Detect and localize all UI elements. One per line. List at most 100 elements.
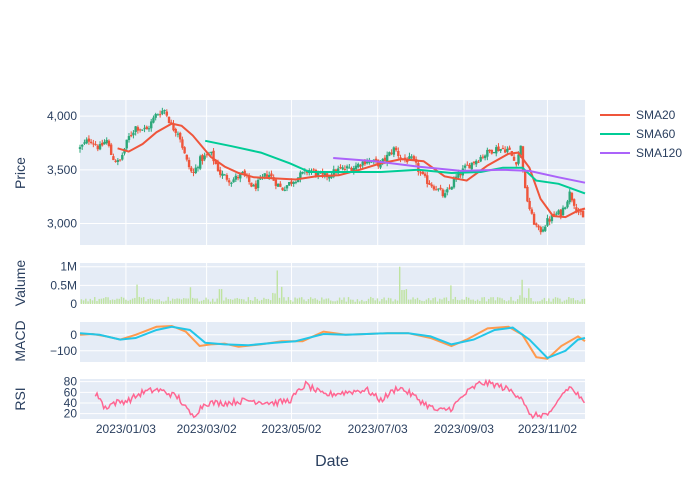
volume-bar <box>347 297 350 304</box>
candle-body <box>477 161 480 163</box>
volume-bar <box>528 288 530 304</box>
volume-bar <box>392 301 394 304</box>
volume-bar <box>105 297 107 304</box>
volume-bar <box>545 301 548 304</box>
volume-bar <box>536 301 539 304</box>
volume-bar <box>559 298 561 304</box>
volume-bar <box>329 300 332 304</box>
volume-bar <box>154 299 156 304</box>
candle-body <box>512 156 516 161</box>
volume-bar <box>292 301 294 304</box>
volume-bar <box>383 297 385 304</box>
volume-bar <box>189 287 192 304</box>
candle-body <box>430 184 433 187</box>
candle-body <box>359 165 362 167</box>
volume-bar <box>523 297 526 304</box>
legend-item-sma120[interactable]: SMA120 <box>600 146 682 160</box>
candle-body <box>470 162 473 170</box>
volume-bar <box>361 299 363 304</box>
candle-body <box>354 165 358 170</box>
candle-body <box>109 144 113 155</box>
volume-bar <box>416 297 419 304</box>
candle-body <box>283 189 286 191</box>
volume-bar <box>223 300 225 304</box>
volume-bar <box>149 298 152 304</box>
candle-body <box>194 167 197 174</box>
volume-bar <box>312 298 314 304</box>
volume-bar <box>309 297 312 304</box>
volume-bar <box>485 301 488 304</box>
candle-body <box>345 166 349 169</box>
volume-bar <box>218 289 221 304</box>
volume-bar <box>98 298 100 304</box>
candle-body <box>439 187 442 190</box>
volume-bar <box>387 297 390 304</box>
candle-body <box>452 178 456 188</box>
legend-item-sma60[interactable]: SMA60 <box>600 127 676 141</box>
volume-bar <box>87 301 89 304</box>
candle-body <box>475 160 478 165</box>
volume-bar <box>80 299 83 304</box>
candle-body <box>190 167 193 172</box>
volume-bar <box>583 298 586 304</box>
volume-bar <box>336 300 339 304</box>
volume-bar <box>91 300 94 304</box>
volume-bar <box>461 299 463 304</box>
y-tick-label: 0.5M <box>50 278 77 292</box>
volume-bar <box>96 301 98 304</box>
volume-bar <box>508 300 510 304</box>
volume-bar <box>238 298 241 304</box>
candle-body <box>450 186 453 190</box>
candle-body <box>270 173 273 177</box>
volume-bar <box>452 299 454 304</box>
candle-body <box>459 173 462 176</box>
volume-bar <box>390 298 392 304</box>
volume-bar <box>220 289 223 304</box>
volume-bar <box>465 296 468 304</box>
volume-bar <box>550 301 552 304</box>
volume-bar <box>102 298 105 304</box>
candle-body <box>116 160 120 162</box>
volume-bar <box>554 297 557 304</box>
volume-bar <box>363 301 365 304</box>
candle-body <box>221 173 224 176</box>
candle-body <box>564 207 567 209</box>
volume-bar <box>421 300 423 304</box>
candle-body <box>83 142 86 144</box>
volume-bar <box>358 301 361 304</box>
volume-bar <box>505 301 508 304</box>
candle-body <box>441 189 445 197</box>
candle-body <box>541 229 545 232</box>
rsi-axis-title: RSI <box>12 387 28 410</box>
candle-body <box>497 146 500 152</box>
candle-body <box>555 213 558 215</box>
volume-bar <box>450 285 452 304</box>
candle-body <box>388 152 391 156</box>
candle-body <box>515 162 518 165</box>
volume-bar <box>434 297 437 304</box>
candle-body <box>127 136 131 141</box>
volume-bar <box>203 299 205 304</box>
volume-bar <box>185 298 187 304</box>
volume-bar <box>147 299 149 304</box>
volume-bar <box>200 300 203 304</box>
volume-bar <box>94 297 96 304</box>
volume-bar <box>470 299 472 304</box>
candle-body <box>535 223 538 226</box>
legend-item-sma20[interactable]: SMA20 <box>600 108 676 122</box>
legend[interactable]: SMA20 SMA60 SMA120 <box>600 108 682 160</box>
volume-bar <box>394 299 396 304</box>
candle-body <box>96 145 100 150</box>
volume-bar <box>209 301 212 304</box>
volume-bar <box>107 297 109 304</box>
candle-body <box>503 149 507 153</box>
volume-bar <box>167 296 169 304</box>
volume-bar <box>160 301 163 304</box>
volume-bar <box>407 299 410 304</box>
volume-bar <box>365 301 368 304</box>
candle-body <box>544 226 547 231</box>
volume-bar <box>501 298 503 304</box>
candle-body <box>185 154 189 160</box>
volume-bar <box>136 284 138 304</box>
volume-bar <box>521 279 523 304</box>
